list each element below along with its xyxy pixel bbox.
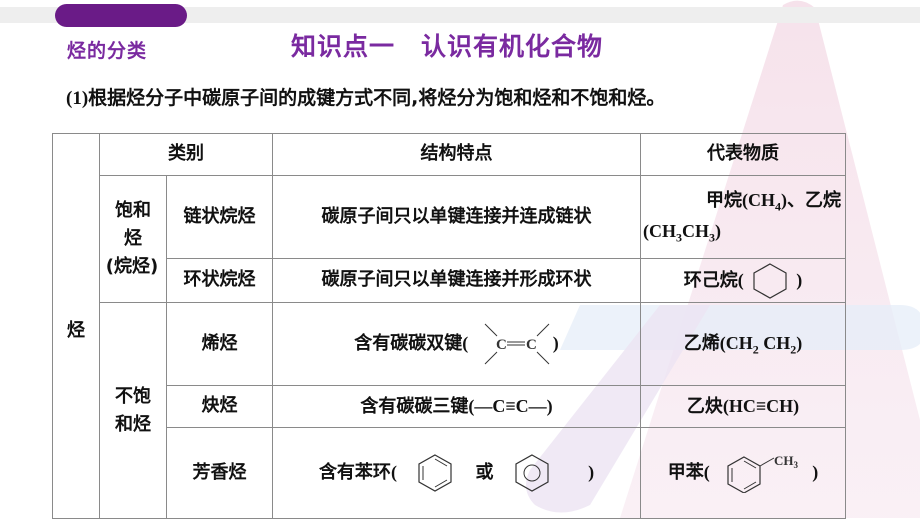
saturated-label-line1: 饱和 [115,200,151,222]
formula-part: ) [796,332,803,353]
example-cell: 甲苯( CH3 ) [640,427,846,519]
paren-close: ) [552,333,559,353]
unsaturated-label-line1: 不饱 [115,385,151,407]
structure-text: 含有苯环 [318,462,391,483]
header-category: 类别 [99,133,273,176]
header-category-text: 类别 [168,143,204,165]
type-text: 烯烃 [201,332,238,354]
type-cell: 环状烷烃 [166,258,273,303]
unsaturated-label-line2: 和烃 [115,413,151,435]
formula-methane: (CH4) [742,190,787,214]
formula-acetylene: (HC≡CH) [722,395,800,416]
table-row: 饱和 烃 (烷烃) 链状烷烃 碳原子间只以单键连接并连成链状 甲烷(CH4)、乙… [53,175,846,303]
section-pill-decoration [55,4,187,27]
header-example: 代表物质 [640,133,846,176]
structure-cell: 碳原子间只以单键连接并形成环状 [272,258,641,303]
root-label: 烃 [67,320,85,341]
example-name-methane: 甲烷 [706,190,742,212]
structure-cell: 碳原子间只以单键连接并连成链状 [272,175,641,259]
type-cell: 芳香烃 [166,427,273,519]
root-hydrocarbon-cell: 烃 [52,133,100,519]
formula-part: (CH [719,332,753,353]
intro-paragraph: (1)根据烃分子中碳原子间的成键方式不同,将烃分为饱和烃和不饱和烃。 [66,83,665,110]
triple-bond-formula: (—C≡C—) [468,395,553,416]
structure-cell: 含有碳碳三键(—C≡C—) [272,385,641,428]
example-cell: 乙炔(HC≡CH) [640,385,846,428]
example-name-ethylene: 乙烯 [683,332,720,354]
intro-text: 根据烃分子中碳原子间的成键方式不同,将烃分为饱和烃和不饱和烃。 [88,87,666,109]
hydrocarbon-classification-table: 烃 类别 结构特点 代表物质 饱和 烃 (烷烃) 链状烷烃 碳原子间只以单键连接… [52,133,846,519]
benzene-kekule-icon [418,454,452,492]
or-text: 或 [475,462,494,483]
formula-part: (CH [643,221,676,241]
benzene-circle-icon [515,454,549,492]
example-cell: 乙烯(CH2 CH2) [640,302,846,386]
intro-number: (1) [66,88,89,109]
structure-cell: 含有碳碳双键( C C ) [272,302,641,386]
type-text: 芳香烃 [192,461,247,483]
type-cell: 烯烃 [166,302,273,386]
table-row: 不饱 和烃 烯烃 含有碳碳双键( C C ) 乙烯(CH2 CH2) [53,302,846,519]
paren-open: ( [462,333,469,353]
header-structure-text: 结构特点 [420,143,493,165]
structure-cell: 含有苯环( 或 ) [272,427,641,519]
paren-close: ) [812,462,819,482]
example-name-acetylene: 乙炔 [686,395,723,417]
example-name-ethane: 乙烷 [805,190,841,212]
paren-open: ( [390,462,397,482]
section-label: 烃的分类 [67,40,148,62]
header-example-text: 代表物质 [707,143,779,165]
formula-ethylene: (CH2 CH2) [719,332,803,357]
structure-text: 碳原子间只以单键连接并形成环状 [321,269,592,291]
structure-text: 含有碳碳三键 [360,395,469,417]
table-row: 炔烃 含有碳碳三键(—C≡C—) 乙炔(HC≡CH) [53,385,846,428]
formula-part: (CH [742,190,775,211]
table-row: 芳香烃 含有苯环( 或 ) 甲苯(CH3) [53,427,846,519]
example-cell: 甲烷(CH4)、乙烷 (CH3CH3) [640,175,846,259]
formula-part: ) [715,221,721,241]
unsaturated-group-cell: 不饱 和烃 [99,302,167,519]
structure-text: 含有碳碳双键 [354,333,463,354]
saturated-group-cell: 饱和 烃 (烷烃) [99,175,167,303]
example-name-cyclohexane: 环己烷 [683,269,738,291]
paren-close: ) [588,462,595,482]
paren-open: ( [703,462,710,482]
type-text: 炔烃 [201,395,238,417]
carbon-atom-right: C [526,337,537,353]
type-text: 链状烷烃 [183,205,256,227]
table-header-row: 烃 类别 结构特点 代表物质 [52,133,846,519]
carbon-double-bond-icon: C C [484,323,549,365]
methyl-subscript: 3 [794,460,799,470]
example-cell: 环己烷( ) [640,258,846,303]
formula-ethane: (CH3CH3) [643,217,845,248]
saturated-label-line2: 烃 [124,228,142,250]
type-text: 环状烷烃 [183,269,256,291]
page-title: 知识点一 认识有机化合物 [291,32,604,61]
methyl-ch: CH [774,453,794,468]
type-cell: 炔烃 [166,385,273,428]
formula-part: CH [682,221,709,241]
formula-part: CH [758,332,791,353]
separator: 、 [787,190,805,212]
carbon-atom-left: C [496,337,507,353]
example-line1: 甲烷(CH4)、乙烷 [643,186,845,217]
methyl-group-label: CH3 [774,453,799,470]
type-cell: 链状烷烃 [166,175,273,259]
paren-close: ) [796,269,803,290]
structure-text: 碳原子间只以单键连接并连成链状 [321,205,592,227]
table-row: 环状烷烃 碳原子间只以单键连接并形成环状 环己烷( ) [53,258,846,303]
toluene-structure-icon: CH3 [727,453,799,493]
example-name-toluene: 甲苯 [667,462,704,483]
header-structure: 结构特点 [272,133,641,176]
saturated-label-line3: (烷烃) [105,255,159,277]
paren-open: ( [737,269,744,290]
cyclohexane-structure-icon [753,262,787,299]
